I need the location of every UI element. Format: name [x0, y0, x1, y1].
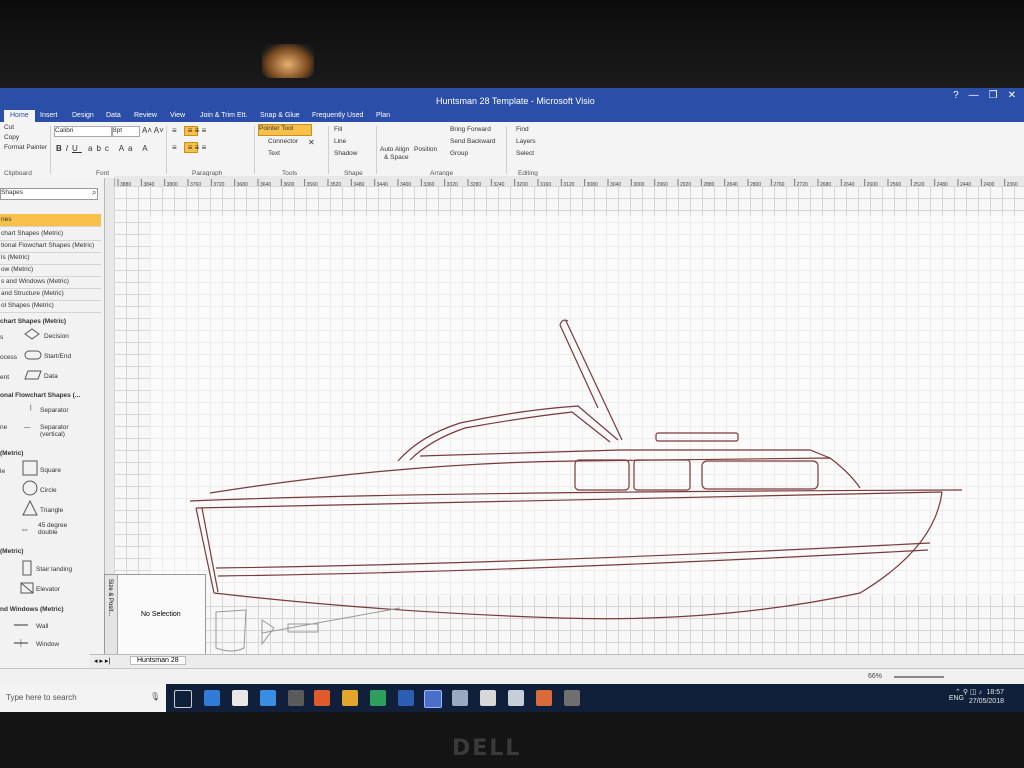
- calculator-app-icon[interactable]: [564, 690, 580, 706]
- zoom-slider[interactable]: [894, 676, 944, 678]
- visio-icon[interactable]: [424, 690, 442, 708]
- status-bar: 66%: [0, 668, 1024, 685]
- system-tray: ⌃ ⚲ ◫ ♪ ENG 18:57 27/05/2018: [949, 688, 1016, 705]
- calculator-icon[interactable]: [288, 690, 304, 706]
- size-position-panel: Size & Posit... No Selection: [104, 574, 206, 658]
- prop-shaft: [261, 607, 401, 634]
- cabin-top-line: [419, 449, 831, 459]
- cabin-sheer-line: [209, 457, 861, 494]
- size-position-tab-label: Size & Posit...: [107, 579, 113, 617]
- hull-deck-line: [195, 491, 943, 509]
- task-view-icon[interactable]: [174, 690, 192, 708]
- office-icon[interactable]: [314, 690, 330, 706]
- edge-icon[interactable]: [204, 690, 220, 706]
- explorer-icon[interactable]: [342, 690, 358, 706]
- excel-icon[interactable]: [370, 690, 386, 706]
- no-selection-text: No Selection: [141, 611, 181, 618]
- hull-chine-line-lower: [217, 549, 929, 577]
- word-icon[interactable]: [398, 690, 414, 706]
- language-indicator[interactable]: ENG: [949, 694, 964, 703]
- windows-taskbar: Type here to search 🎙 ⌃ ⚲ ◫ ♪ ENG 18:57 …: [0, 684, 1024, 712]
- cabin-window-2: [633, 459, 691, 491]
- roof-hatch: [655, 432, 739, 442]
- page-tabs-bar: ◂ ▸ ▸| Huntsman 28: [90, 654, 1024, 669]
- page-tab-huntsman-28[interactable]: Huntsman 28: [130, 656, 186, 665]
- screen: Huntsman 28 Template - Microsoft Visio ?…: [0, 88, 1024, 712]
- size-position-tab[interactable]: Size & Posit...: [105, 575, 118, 657]
- cabin-window-3: [701, 460, 819, 490]
- zoom-level: 66%: [868, 673, 883, 680]
- mail-icon[interactable]: [232, 690, 248, 706]
- taskbar-search-placeholder: Type here to search: [6, 693, 77, 702]
- monitor-bezel-top: [0, 0, 1024, 88]
- mast-pole-2: [565, 320, 623, 441]
- sticky-notes-icon[interactable]: [508, 690, 524, 706]
- rudder: [215, 609, 247, 652]
- windscreen-frame: [397, 405, 619, 462]
- clock-date: 27/05/2018: [968, 698, 1004, 705]
- store-icon[interactable]: [260, 690, 276, 706]
- taskbar-search-box[interactable]: Type here to search 🎙: [0, 684, 166, 712]
- page-nav-arrows-icon[interactable]: ◂ ▸ ▸|: [94, 657, 110, 665]
- clock-time: 18:57: [986, 689, 1004, 696]
- mast-pole: [559, 324, 599, 409]
- microphone-icon[interactable]: 🎙: [150, 692, 160, 701]
- app-icon[interactable]: [452, 690, 468, 706]
- laptop-brand-logo: DELL: [452, 736, 522, 761]
- clock[interactable]: 18:57 27/05/2018: [969, 688, 1004, 706]
- webcam-glare: [262, 44, 314, 78]
- paint-icon[interactable]: [536, 690, 552, 706]
- notepad-icon[interactable]: [480, 690, 496, 706]
- cabin-window-1: [574, 459, 630, 491]
